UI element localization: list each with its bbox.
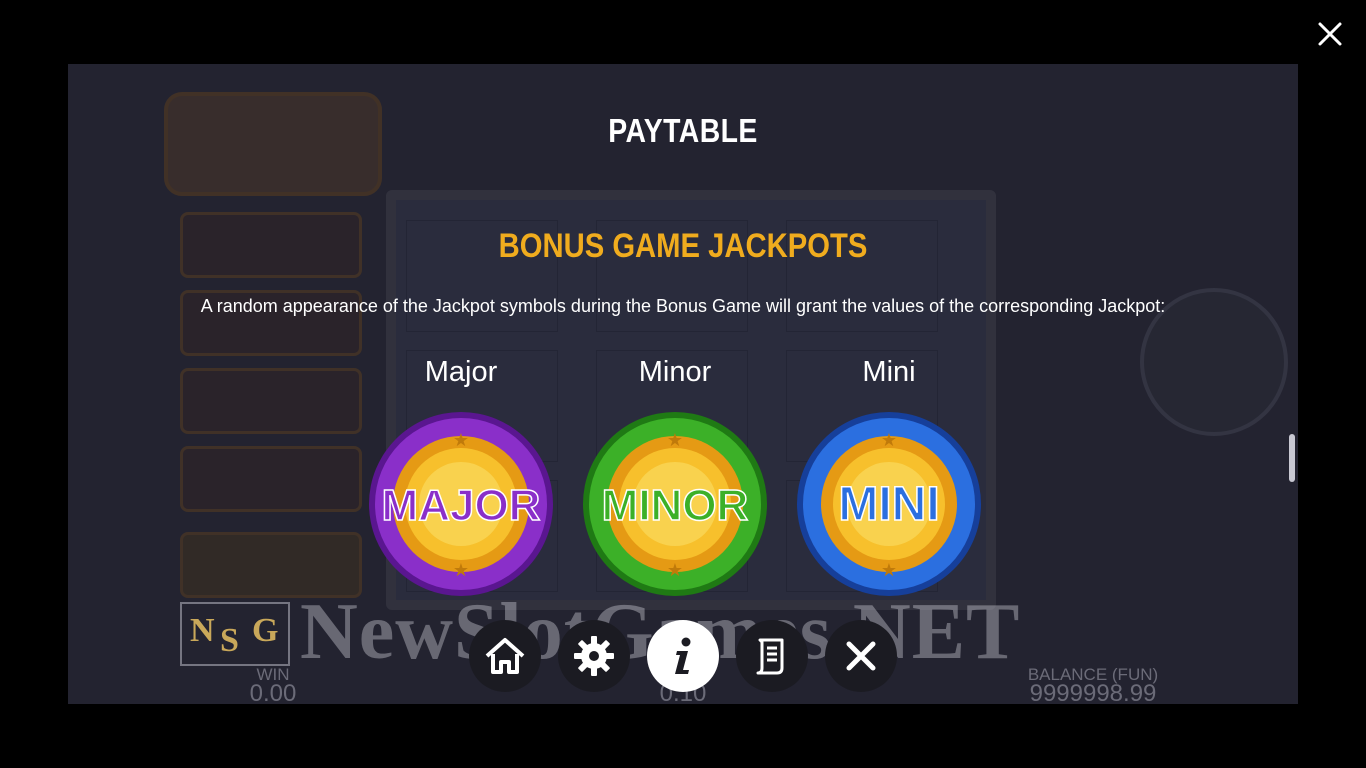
jackpot-description: A random appearance of the Jackpot symbo…: [200, 296, 1166, 316]
svg-text:★: ★: [453, 430, 469, 450]
history-button[interactable]: [736, 620, 808, 692]
mini-coin-icon: ★ ★ MINI: [797, 412, 981, 596]
svg-text:★: ★: [667, 430, 683, 450]
svg-text:★: ★: [453, 560, 469, 580]
section-title: BONUS GAME JACKPOTS: [498, 227, 868, 265]
info-button[interactable]: [647, 620, 719, 692]
svg-text:★: ★: [667, 560, 683, 580]
scrollbar-thumb[interactable]: [1289, 434, 1295, 482]
major-coin-text: MAJOR: [382, 481, 541, 530]
mini-coin-text: MINI: [838, 478, 939, 531]
major-coin-icon: ★ ★ MAJOR: [369, 412, 553, 596]
major-label: Major: [424, 356, 498, 388]
info-icon: [675, 637, 691, 674]
settings-button[interactable]: [558, 620, 630, 692]
svg-text:★: ★: [881, 430, 897, 450]
home-icon: [485, 638, 525, 674]
svg-text:★: ★: [881, 560, 897, 580]
paytable-title: PAYTABLE: [608, 112, 758, 149]
close-icon[interactable]: [1314, 18, 1346, 50]
watermark-logo: N S G: [180, 602, 290, 666]
win-value: 0.00: [249, 680, 297, 705]
document-icon: [756, 638, 784, 675]
close-paytable-button[interactable]: [825, 620, 897, 692]
paytable-overlay: WIN 0.00 0.10 BALANCE (FUN) 9999998.99 P…: [68, 64, 1298, 704]
balance-value: 9999998.99: [1029, 680, 1157, 705]
minor-coin-text: MINOR: [602, 481, 749, 530]
minor-coin-icon: ★ ★ MINOR: [583, 412, 767, 596]
close-icon: [846, 641, 876, 671]
home-button[interactable]: [469, 620, 541, 692]
gear-icon: [574, 636, 614, 676]
minor-label: Minor: [638, 356, 712, 388]
mini-label: Mini: [862, 356, 916, 388]
